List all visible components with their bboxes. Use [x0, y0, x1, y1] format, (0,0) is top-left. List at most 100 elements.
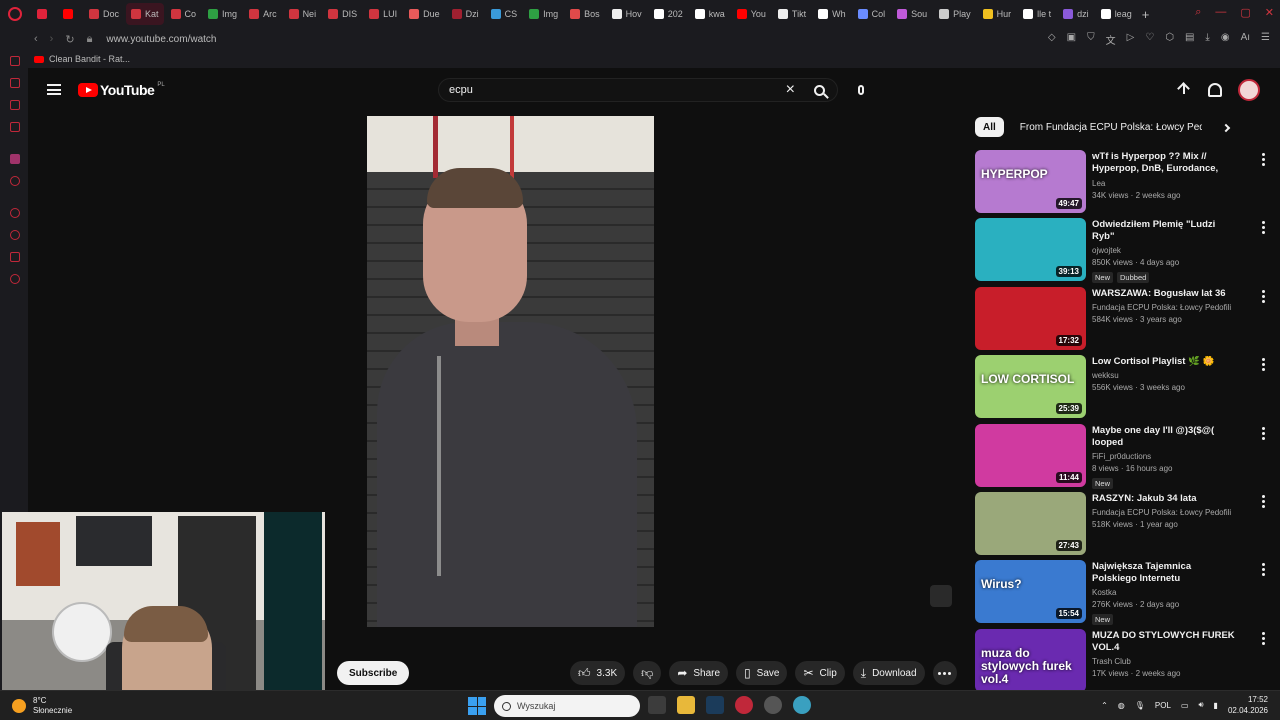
browser-tab[interactable]: leag	[1096, 3, 1137, 25]
bookmark-item[interactable]: Clean Bandit - Rat...	[49, 54, 130, 64]
browser-tab[interactable]: Dzi	[447, 3, 484, 25]
tray-mic-icon[interactable]: 🎙︎	[1135, 701, 1145, 710]
opera-menu-button[interactable]	[4, 3, 26, 25]
video-thumbnail[interactable]: 17:32	[975, 286, 1086, 350]
subscribe-button[interactable]: Subscribe	[337, 661, 410, 685]
search-button[interactable]	[801, 78, 837, 102]
clear-search-icon[interactable]: ×	[786, 81, 795, 99]
wallet-icon[interactable]: ▤	[1185, 32, 1194, 47]
instagram-icon[interactable]	[10, 122, 20, 132]
clip-button[interactable]: ✂ Clip	[795, 661, 845, 685]
taskbar-search[interactable]: Wyszukaj	[494, 695, 640, 717]
recommendation-item[interactable]: Wirus? 15:54 Największa Tajemnica Polskieg…	[975, 560, 1265, 628]
menu-icon[interactable]: ☰	[1261, 32, 1270, 47]
browser-tab[interactable]: LUI	[364, 3, 402, 25]
shield-icon[interactable]: ⛉	[1087, 32, 1095, 47]
more-actions-button[interactable]	[932, 661, 957, 685]
browser-tab[interactable]: DIS	[323, 3, 362, 25]
video-thumbnail[interactable]: 11:44	[975, 423, 1086, 487]
more-options-icon[interactable]	[1261, 289, 1265, 303]
video-thumbnail[interactable]: muza do stylowych furek vol.4	[975, 628, 1086, 692]
video-thumbnail[interactable]: 39:13	[975, 218, 1086, 282]
browser-tab[interactable]: Kat	[126, 3, 164, 25]
browser-tab[interactable]: CS	[486, 3, 523, 25]
start-button-icon[interactable]	[468, 697, 486, 715]
video-thumbnail[interactable]: 27:43	[975, 491, 1086, 555]
browser-tab[interactable]: Tikt	[773, 3, 811, 25]
more-options-icon[interactable]	[1261, 221, 1265, 235]
browser-tab[interactable]: Sou	[892, 3, 932, 25]
language-indicator[interactable]: POL	[1155, 701, 1171, 710]
volume-icon[interactable]: 🔊︎	[1199, 700, 1204, 710]
globe-icon[interactable]	[793, 696, 811, 714]
channel-name[interactable]: Kostka	[1092, 588, 1237, 597]
video-title[interactable]: wTf is Hyperpop ?? Mix // Hyperpop, DnB,…	[1092, 151, 1237, 176]
channel-name[interactable]: Lea	[1092, 179, 1237, 188]
video-thumbnail[interactable]: HYPERPOP 49:47	[975, 150, 1086, 213]
chip-all[interactable]: All	[975, 117, 1004, 137]
chip-next-icon[interactable]	[1221, 123, 1231, 133]
browser-tab[interactable]: Due	[404, 3, 445, 25]
notifications-bell-icon[interactable]	[1208, 83, 1222, 97]
steam-icon[interactable]	[706, 696, 724, 714]
channel-name[interactable]: ojwojtek	[1092, 246, 1237, 255]
upload-icon[interactable]	[1176, 82, 1192, 98]
channel-name[interactable]: Fundacja ECPU Polska: Łowcy Pedofili	[1092, 303, 1237, 312]
channel-name[interactable]: FiFi_pr0ductions	[1092, 452, 1237, 461]
video-thumbnail[interactable]: Wirus? 15:54	[975, 560, 1086, 624]
more-options-icon[interactable]	[1261, 426, 1265, 440]
recommendation-item[interactable]: 39:13 Odwiedziłem Plemię "Ludzi Ryb" ojwoj…	[975, 218, 1265, 286]
browser-tab[interactable]: Bos	[565, 3, 605, 25]
youtube-logo[interactable]: YouTube PL	[78, 82, 165, 98]
video-player[interactable]	[367, 116, 654, 627]
browser-tab[interactable]	[32, 3, 56, 25]
video-thumbnail[interactable]: LOW CORTISOL 25:39	[975, 355, 1086, 419]
browser-tab[interactable]: dzi	[1058, 3, 1094, 25]
recommendation-item[interactable]: muza do stylowych furek vol.4 MUZA DO STY…	[975, 628, 1265, 697]
tray-app-icon[interactable]: ◍	[1118, 701, 1125, 710]
extensions-icon[interactable]: ⬡	[1165, 32, 1174, 47]
video-title[interactable]: Największa Tajemnica Polskiego Internetu	[1092, 561, 1237, 585]
browser-tab[interactable]: Hov	[607, 3, 647, 25]
browser-tab[interactable]: Doc	[84, 3, 124, 25]
recommendation-item[interactable]: 11:44 Maybe one day I'll @)3($@( looped Fi…	[975, 423, 1265, 492]
browser-tab[interactable]	[58, 3, 82, 25]
share-button[interactable]: ➦ Share	[669, 661, 729, 685]
channel-name[interactable]: wekksu	[1092, 371, 1237, 380]
reload-icon[interactable]: ↻	[65, 33, 74, 46]
heart-icon[interactable]: ♡	[1145, 32, 1154, 47]
video-title[interactable]: Low Cortisol Playlist 🌿 🌼	[1092, 356, 1237, 368]
browser-tab[interactable]: Arc	[244, 3, 282, 25]
player-icon[interactable]: ▷	[1127, 32, 1135, 47]
dislike-button[interactable]: 👎︎	[633, 661, 662, 685]
snapshot-icon[interactable]: ▣	[1067, 32, 1076, 47]
download-button[interactable]: ⤓ Download	[852, 661, 925, 685]
browser-tab[interactable]: lle t	[1018, 3, 1056, 25]
browser-tab[interactable]: You	[732, 3, 771, 25]
forward-icon[interactable]: ›	[50, 33, 54, 46]
tray-chevron-icon[interactable]: ⌃	[1101, 701, 1108, 710]
recommendation-item[interactable]: LOW CORTISOL 25:39 Low Cortisol Playlist 🌿…	[975, 355, 1265, 423]
app-icon[interactable]	[764, 696, 782, 714]
battery-icon[interactable]: ▮	[1214, 701, 1218, 710]
video-title[interactable]: MUZA DO STYLOWYCH FUREK VOL.4	[1092, 630, 1237, 654]
like-button[interactable]: 👍︎ 3.3K	[570, 661, 626, 685]
task-view-icon[interactable]	[648, 696, 666, 714]
translate-icon[interactable]: 文	[1106, 32, 1116, 47]
opera-taskbar-icon[interactable]	[735, 696, 753, 714]
browser-tab[interactable]: Img	[524, 3, 563, 25]
voice-search-button[interactable]	[848, 78, 874, 102]
browser-tab[interactable]: Nei	[284, 3, 322, 25]
search-input[interactable]	[449, 84, 749, 96]
pinboard-icon[interactable]	[10, 252, 20, 262]
recommendation-item[interactable]: HYPERPOP 49:47 wTf is Hyperpop ?? Mix // H…	[975, 150, 1265, 218]
browser-tab[interactable]: Col	[853, 3, 891, 25]
download-icon[interactable]: ⤓	[1205, 32, 1209, 47]
video-title[interactable]: Odwiedziłem Plemię "Ludzi Ryb"	[1092, 219, 1237, 243]
chip-from-channel[interactable]: From Fundacja ECPU Polska: Łowcy Pedofil…	[1012, 117, 1202, 137]
minimize-button[interactable]: —	[1215, 6, 1226, 19]
video-title[interactable]: RASZYN: Jakub 34 lata	[1092, 493, 1237, 505]
aria-icon[interactable]	[10, 56, 20, 66]
browser-tab[interactable]: kwa	[690, 3, 730, 25]
channel-name[interactable]: Fundacja ECPU Polska: Łowcy Pedofili	[1092, 508, 1237, 517]
